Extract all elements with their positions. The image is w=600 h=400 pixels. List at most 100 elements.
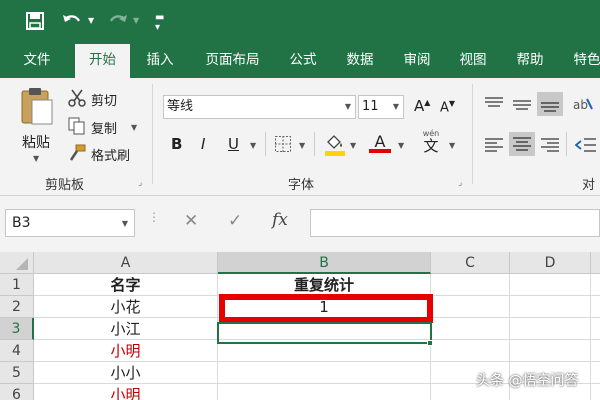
cell-d1[interactable] <box>510 274 591 296</box>
cell-a1[interactable]: 名字 <box>34 274 218 296</box>
align-center-icon[interactable] <box>509 132 535 156</box>
column-header-c[interactable]: C <box>431 252 510 274</box>
cell-d4[interactable] <box>510 340 591 362</box>
formula-input[interactable] <box>310 209 600 237</box>
grow-font-button[interactable]: A▲ <box>414 97 430 115</box>
more-icon: ⋮ <box>148 210 160 224</box>
clipboard-launcher-icon[interactable]: ⌟ <box>138 178 142 188</box>
border-dropdown-icon[interactable]: ▼ <box>299 141 305 150</box>
cell-e3[interactable] <box>591 318 600 340</box>
watermark: 头条 @悟空问答 <box>476 373 579 389</box>
column-header-d[interactable]: D <box>510 252 591 274</box>
cell-e5[interactable] <box>591 362 600 384</box>
copy-icon[interactable] <box>68 117 86 135</box>
fill-color-icon[interactable] <box>324 133 346 157</box>
cut-button[interactable]: 剪切 <box>91 90 117 109</box>
align-middle-icon[interactable] <box>512 96 532 114</box>
font-color-dropdown-icon[interactable]: ▼ <box>398 141 404 150</box>
insert-function-icon[interactable]: fx <box>272 210 288 230</box>
font-color-button[interactable]: A <box>369 132 391 153</box>
cell-a6[interactable]: 小明 <box>34 384 218 400</box>
phonetic-button[interactable]: wén 文 <box>420 128 442 154</box>
name-box[interactable]: B3 ▼ <box>5 209 135 237</box>
italic-button[interactable]: I <box>201 135 205 153</box>
paste-icon[interactable] <box>18 86 56 126</box>
formula-bar-area: B3 ▼ ⋮ ✕ ✓ fx <box>0 196 600 252</box>
font-size-dropdown[interactable]: 11 ▼ <box>358 95 404 119</box>
tab-view[interactable]: 视图 <box>448 42 498 78</box>
redo-icon[interactable] <box>106 11 130 31</box>
clipboard-group-label: 剪贴板 <box>45 178 85 193</box>
tab-insert[interactable]: 插入 <box>135 42 185 78</box>
tab-featured[interactable]: 特色 <box>562 42 600 78</box>
cell-c4[interactable] <box>431 340 510 362</box>
cell-e4[interactable] <box>591 340 600 362</box>
column-header-a[interactable]: A <box>34 252 218 274</box>
font-launcher-icon[interactable]: ⌟ <box>458 178 462 188</box>
align-right-icon[interactable] <box>540 136 560 154</box>
cell-b6[interactable] <box>218 384 431 400</box>
column-header-b[interactable]: B <box>218 252 431 274</box>
row-header-4[interactable]: 4 <box>0 340 34 362</box>
row-header-6[interactable]: 6 <box>0 384 34 400</box>
cell-d3[interactable] <box>510 318 591 340</box>
tab-file[interactable]: 文件 <box>12 42 62 78</box>
cell-e1[interactable] <box>591 274 600 296</box>
paste-button[interactable]: 粘贴 <box>22 132 50 152</box>
tab-data[interactable]: 数据 <box>335 42 385 78</box>
highlight-box <box>219 294 433 323</box>
cell-a2[interactable]: 小花 <box>34 296 218 318</box>
undo-dropdown-icon[interactable]: ▼ <box>88 16 94 25</box>
phonetic-dropdown-icon[interactable]: ▼ <box>449 141 455 150</box>
tab-help[interactable]: 帮助 <box>505 42 555 78</box>
row-header-1[interactable]: 1 <box>0 274 34 296</box>
save-icon[interactable] <box>25 11 45 31</box>
column-header-e[interactable] <box>591 252 600 274</box>
orientation-icon[interactable]: ab <box>572 95 594 115</box>
redo-dropdown-icon[interactable]: ▼ <box>133 16 139 25</box>
cell-b5[interactable] <box>218 362 431 384</box>
undo-icon[interactable] <box>60 11 84 31</box>
row-header-3[interactable]: 3 <box>0 318 34 340</box>
cell-e2[interactable] <box>591 296 600 318</box>
cell-a5[interactable]: 小小 <box>34 362 218 384</box>
cell-d2[interactable] <box>510 296 591 318</box>
copy-dropdown-icon[interactable]: ▼ <box>131 123 137 132</box>
align-bottom-icon[interactable] <box>537 92 563 116</box>
tab-review[interactable]: 审阅 <box>392 42 442 78</box>
cut-icon[interactable] <box>68 89 86 107</box>
underline-button[interactable]: U <box>228 135 239 153</box>
font-name-dropdown[interactable]: 等线 ▼ <box>163 95 356 119</box>
cell-a3[interactable]: 小江 <box>34 318 218 340</box>
tab-page-layout[interactable]: 页面布局 <box>195 42 270 78</box>
copy-button[interactable]: 复制 <box>91 118 117 137</box>
tab-home[interactable]: 开始 <box>75 44 130 78</box>
border-icon[interactable] <box>274 135 292 153</box>
shrink-font-label: A <box>440 100 449 116</box>
cancel-icon[interactable]: ✕ <box>184 211 198 231</box>
align-left-icon[interactable] <box>484 136 504 154</box>
tab-formulas[interactable]: 公式 <box>278 42 328 78</box>
bold-button[interactable]: B <box>171 135 182 153</box>
decrease-indent-icon[interactable] <box>575 136 597 154</box>
fill-handle[interactable] <box>427 340 433 346</box>
chevron-down-icon: ▼ <box>344 102 351 111</box>
cell-a4[interactable]: 小明 <box>34 340 218 362</box>
format-painter-icon[interactable] <box>68 144 86 162</box>
paste-dropdown-icon[interactable]: ▼ <box>33 154 39 163</box>
customize-qat-icon[interactable]: ▬ ▾ <box>155 13 164 33</box>
cell-c1[interactable] <box>431 274 510 296</box>
format-painter-button[interactable]: 格式刷 <box>91 145 130 164</box>
cell-text: 小明 <box>110 386 141 400</box>
cell-c3[interactable] <box>431 318 510 340</box>
enter-icon[interactable]: ✓ <box>228 211 242 231</box>
row-header-5[interactable]: 5 <box>0 362 34 384</box>
row-header-2[interactable]: 2 <box>0 296 34 318</box>
shrink-font-button[interactable]: A▼ <box>440 99 455 115</box>
underline-dropdown-icon[interactable]: ▼ <box>250 141 256 150</box>
align-top-icon[interactable] <box>484 96 504 114</box>
cell-c2[interactable] <box>431 296 510 318</box>
select-all-button[interactable] <box>0 252 34 274</box>
cell-b1[interactable]: 重复统计 <box>218 274 431 296</box>
fill-color-dropdown-icon[interactable]: ▼ <box>350 141 356 150</box>
